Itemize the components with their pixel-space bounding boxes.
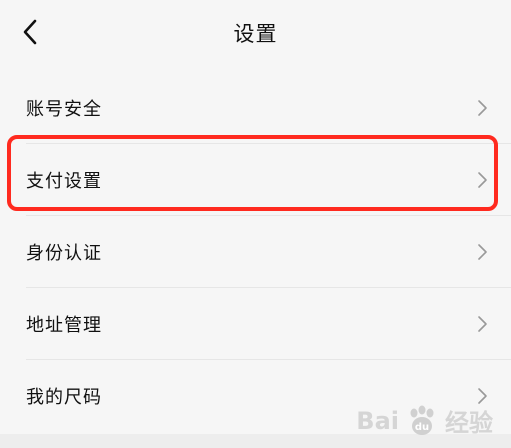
settings-item-label: 身份认证 [26,243,102,264]
settings-page: 设置 账号安全 支付设置 身份认证 地址管理 我的尺码 Bai du 经验 [0,0,511,448]
chevron-left-icon [23,19,37,45]
chevron-right-icon [478,100,487,116]
settings-item-label: 地址管理 [26,315,102,336]
settings-item-address-management[interactable]: 地址管理 [0,288,511,360]
settings-item-account-security[interactable]: 账号安全 [0,72,511,144]
watermark-text-secondary: 经验 [445,409,493,437]
chevron-right-icon [478,316,487,332]
paw-logo-icon: du [405,405,439,437]
settings-item-payment-settings[interactable]: 支付设置 [0,144,511,216]
page-title: 设置 [233,22,278,46]
chevron-right-icon [478,244,487,260]
settings-list: 账号安全 支付设置 身份认证 地址管理 我的尺码 [0,72,511,432]
watermark: Bai du 经验 [356,403,493,438]
chevron-right-icon [478,172,487,188]
settings-item-label: 我的尺码 [26,387,102,408]
settings-item-identity-verification[interactable]: 身份认证 [0,216,511,288]
back-button[interactable] [12,14,48,50]
watermark-text: Bai [356,406,399,435]
top-bar: 设置 [0,0,511,66]
settings-item-label: 支付设置 [26,171,102,192]
svg-text:du: du [415,422,429,433]
settings-item-label: 账号安全 [26,99,102,120]
